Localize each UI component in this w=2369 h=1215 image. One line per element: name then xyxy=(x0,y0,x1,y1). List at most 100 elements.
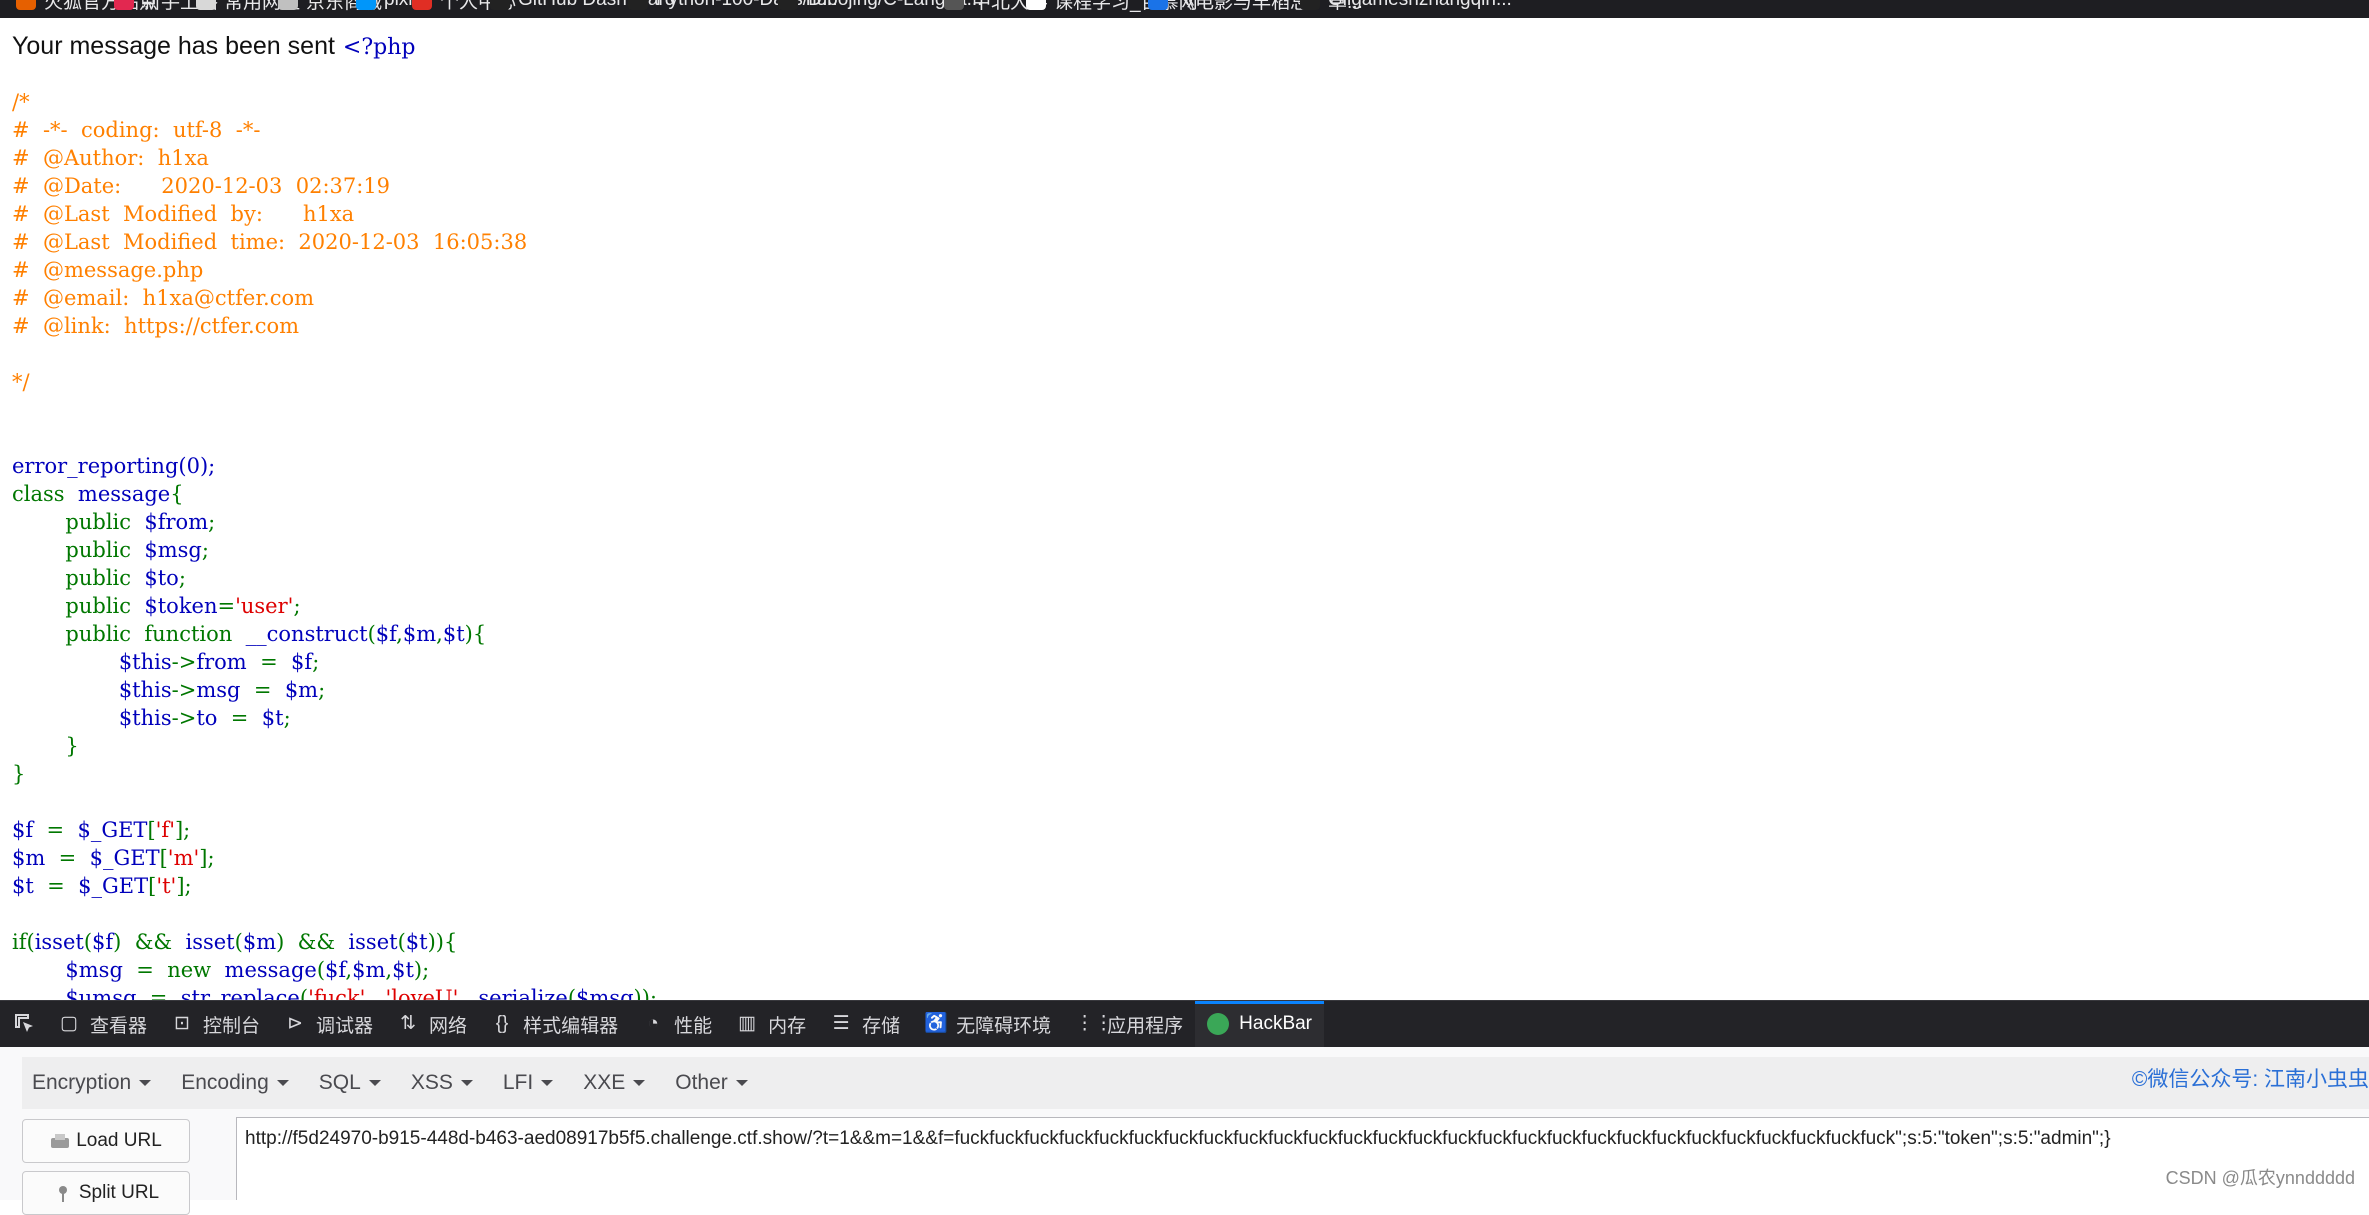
devtools-tab-icon: ⋮⋮ xyxy=(1075,1013,1114,1034)
split-url-label: Split URL xyxy=(78,1182,160,1203)
devtools-tab-icon: ▥ xyxy=(738,1013,757,1034)
hackbar-menu-lfi[interactable]: LFI xyxy=(502,1071,554,1095)
bookmark-favicon-icon xyxy=(778,0,798,10)
chevron-down-icon xyxy=(139,1080,152,1086)
bookmark-favicon-icon xyxy=(944,0,964,10)
bookmark-favicon-icon xyxy=(196,0,216,10)
hackbar-menu-bar: Encryption Encoding SQL XSS LFI XXE Other xyxy=(22,1057,2369,1109)
hackbar-menu-label: Encoding xyxy=(181,1071,269,1094)
chevron-down-icon xyxy=(276,1080,289,1086)
code-str-fuck: 'fuck' xyxy=(308,986,366,1000)
hackbar-menu-label: Encryption xyxy=(32,1071,132,1094)
devtools-tab[interactable]: ♿ 无障碍环境 xyxy=(912,1001,1063,1047)
devtools-tab-icon: ▢ xyxy=(60,1013,78,1034)
comment-line: # @message.php xyxy=(12,258,204,282)
hackbar-menu-encoding[interactable]: Encoding xyxy=(181,1071,289,1095)
hackbar-menu-xxe[interactable]: XXE xyxy=(583,1071,646,1095)
comment-line: # @link: https://ctfer.com xyxy=(12,314,300,338)
comment-line: */ xyxy=(12,370,30,394)
comment-line: # @Date: 2020-12-03 02:37:19 xyxy=(12,174,391,198)
devtools-tab-label: HackBar xyxy=(1239,1013,1313,1034)
php-open-tag: <?php xyxy=(342,35,416,60)
devtools-tab-icon: ◔ xyxy=(647,1013,659,1034)
page-content: Your message has been sent <?php /* # -*-… xyxy=(0,18,2369,1000)
split-url-icon xyxy=(58,1186,67,1202)
devtools-tab[interactable]: ⊡ 控制台 xyxy=(159,1001,272,1047)
chevron-down-icon xyxy=(735,1080,748,1086)
devtools-tab-label: 查看器 xyxy=(90,1015,148,1037)
bookmark-favicon-icon xyxy=(1300,0,1320,10)
hackbar-panel: Encryption Encoding SQL XSS LFI XXE Other ©微信公… xyxy=(0,1047,2369,1215)
hackbar-logo-icon xyxy=(1207,1013,1230,1035)
devtools-tab-label: 控制台 xyxy=(203,1015,261,1037)
devtools-tab-label: 内存 xyxy=(768,1015,807,1037)
devtools-tab-label: 应用程序 xyxy=(1107,1015,1184,1037)
hackbar-menu-label: LFI xyxy=(502,1071,534,1094)
devtools-tab[interactable]: {} 样式编辑器 xyxy=(479,1001,630,1047)
bookmark-favicon-icon xyxy=(490,0,510,10)
devtools-tab-icon: ☰ xyxy=(832,1013,850,1034)
comment-line: /* xyxy=(12,90,30,114)
php-source-code: /* # -*- coding: utf-8 -*- # @Author: h1… xyxy=(12,88,657,1000)
url-input-value[interactable]: http://f5d24970-b915-448d-b463-aed08917b… xyxy=(245,1128,2111,1150)
code-get-f: 'f' xyxy=(155,818,175,842)
code-error-reporting: error_reporting(0); xyxy=(12,454,216,478)
hackbar-menu-sql[interactable]: SQL xyxy=(319,1071,381,1095)
chevron-down-icon xyxy=(460,1080,473,1086)
bookmark-label: Gilgameshzhangqin... xyxy=(1328,0,1512,11)
devtools-tab[interactable]: ▥ 内存 xyxy=(724,1001,818,1047)
devtools-tab-icon: {} xyxy=(495,1013,509,1034)
bookmark-favicon-icon xyxy=(628,0,648,10)
bookmark-favicon-icon xyxy=(114,0,134,10)
load-url-icon xyxy=(51,1134,70,1148)
load-url-button[interactable]: Load URL xyxy=(22,1119,190,1163)
url-input[interactable]: http://f5d24970-b915-448d-b463-aed08917b… xyxy=(236,1117,2369,1200)
devtools-tab-label: 性能 xyxy=(674,1015,713,1037)
chevron-down-icon xyxy=(541,1080,554,1086)
bookmark-favicon-icon xyxy=(1148,0,1168,10)
comment-line: # @Last Modified by: h1xa xyxy=(12,202,355,226)
hackbar-menu-encryption[interactable]: Encryption xyxy=(32,1071,152,1095)
csdn-watermark: CSDN @瓜农ynnddddd xyxy=(2165,1168,2355,1188)
bookmarks-bar: 火狐官方站点新手上路常用网址京东商城pixiv个人中心GitHub Dashbo… xyxy=(0,0,2369,18)
hackbar-menu-label: XXE xyxy=(583,1071,626,1094)
devtools-tab-label: 无障碍环境 xyxy=(956,1015,1052,1037)
hackbar-menu-label: SQL xyxy=(318,1071,361,1094)
code-token-string: 'user' xyxy=(235,594,294,618)
split-url-button[interactable]: Split URL xyxy=(22,1171,190,1215)
devtools-tab-icon: ⊡ xyxy=(174,1013,190,1034)
devtools-tab[interactable]: ◔ 性能 xyxy=(630,1001,724,1047)
devtools-tab-label: 样式编辑器 xyxy=(523,1015,619,1037)
comment-line: # @email: h1xa@ctfer.com xyxy=(12,286,315,310)
bookmark-item[interactable]: Gilgameshzhangqin... xyxy=(1300,0,1512,12)
sent-message: Your message has been sent <?php xyxy=(12,32,416,61)
devtools-tab-hackbar[interactable]: HackBar xyxy=(1195,1001,1325,1047)
bookmark-favicon-icon xyxy=(16,0,36,10)
hackbar-menu-label: Other xyxy=(675,1071,728,1094)
devtools-tab[interactable]: ⇅ 网络 xyxy=(385,1001,479,1047)
hackbar-menu-label: XSS xyxy=(410,1071,453,1094)
code-str-loveu: 'loveU' xyxy=(385,986,459,1000)
devtools-tab[interactable]: ☰ 存储 xyxy=(818,1001,912,1047)
devtools-tab-label: 网络 xyxy=(429,1015,468,1037)
bookmark-favicon-icon xyxy=(412,0,432,10)
devtools-toolbar: ▢ 查看器 ⊡ 控制台 ⊳ 调试器 ⇅ 网络 {} 样式编辑器 ◔ 性能 ▥ 内存 ☰ 存储 ♿ 无障碍环境 ⋮⋮ 应… xyxy=(0,1000,2369,1047)
devtools-tab[interactable]: ⋮⋮ 应用程序 xyxy=(1063,1001,1195,1047)
hackbar-credit: ©微信公众号: 江南小虫虫 xyxy=(2131,1068,2369,1091)
hackbar-menu-xss[interactable]: XSS xyxy=(411,1071,473,1095)
comment-line: # @Last Modified time: 2020-12-03 16:05:… xyxy=(12,230,528,254)
bookmark-favicon-icon xyxy=(356,0,376,10)
chevron-down-icon xyxy=(368,1080,381,1086)
sent-message-text: Your message has been sent xyxy=(12,32,335,60)
devtools-tab[interactable]: ▢ 查看器 xyxy=(46,1001,159,1047)
code-get-t: 't' xyxy=(156,874,177,898)
devtools-tab-icon: ♿ xyxy=(924,1013,948,1034)
hackbar-menu-other[interactable]: Other xyxy=(675,1071,748,1095)
devtools-tab[interactable]: ⊳ 调试器 xyxy=(272,1001,385,1047)
bookmark-favicon-icon xyxy=(1026,0,1046,10)
comment-line: # @Author: h1xa xyxy=(12,146,209,170)
code-get-m: 'm' xyxy=(167,846,200,870)
element-picker-icon[interactable] xyxy=(12,1011,38,1037)
devtools-tab-label: 调试器 xyxy=(316,1015,374,1037)
load-url-label: Load URL xyxy=(76,1130,162,1151)
